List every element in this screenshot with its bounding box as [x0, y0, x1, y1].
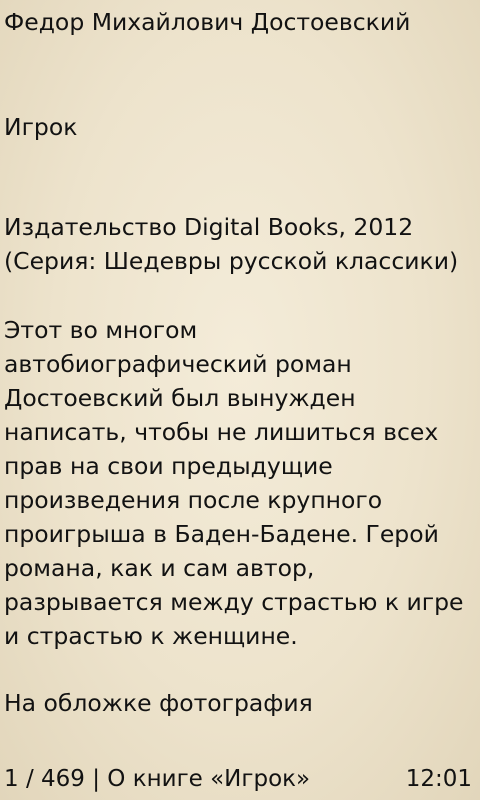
annotation-line: Этот во многом	[4, 316, 198, 344]
annotation-line: и страстью к женщине.	[4, 622, 298, 650]
reader-status-bar[interactable]: 1 / 469 | О книге «Игрок» 12:01	[0, 760, 480, 800]
book-author: Федор Михайлович Достоевский	[4, 8, 411, 36]
annotation-line: прав на свои предыдущие	[4, 452, 333, 480]
annotation-line: романа, как и сам автор,	[4, 554, 315, 582]
annotation-line: проигрыша в Баден-Бадене. Герой	[4, 520, 439, 548]
reader-page[interactable]: Федор Михайлович Достоевский Игрок Издат…	[0, 0, 480, 760]
annotation-line: разрывается между страстью к игре	[4, 588, 464, 616]
clock: 12:01	[405, 766, 472, 792]
cover-caption: На обложке фотография	[4, 689, 313, 717]
series-info: (Серия: Шедевры русской классики)	[4, 247, 459, 275]
annotation-line: Достоевский был вынужден	[4, 384, 356, 412]
annotation-line: автобиографический роман	[4, 350, 352, 378]
annotation-line: написать, чтобы не лишиться всех	[4, 418, 439, 446]
page-indicator[interactable]: 1 / 469 | О книге «Игрок»	[4, 762, 310, 796]
publisher-info: Издательство Digital Books, 2012	[4, 213, 414, 241]
book-title: Игрок	[4, 113, 78, 141]
annotation-line: произведения после крупного	[4, 486, 383, 514]
